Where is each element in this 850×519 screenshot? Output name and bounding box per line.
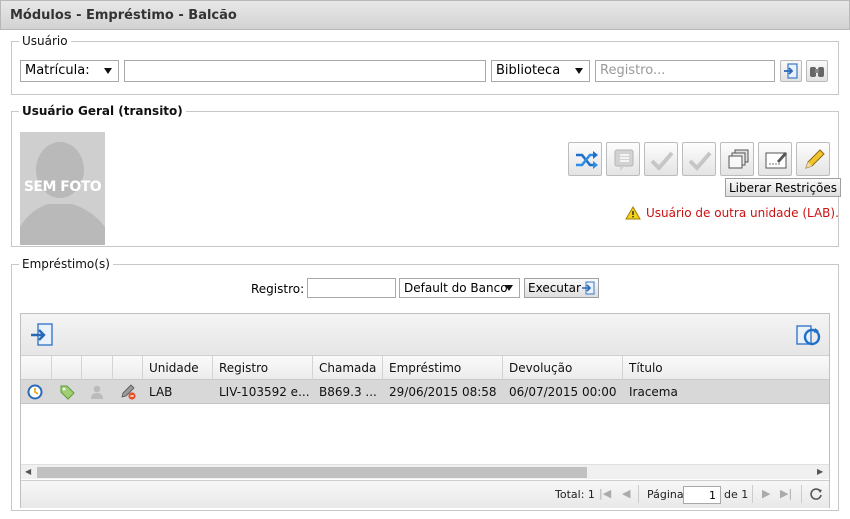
pager-divider xyxy=(638,485,639,503)
person-icon[interactable] xyxy=(89,380,111,404)
pager-divider xyxy=(801,485,802,503)
liberar-restricoes-button[interactable]: Liberar Restrições xyxy=(725,178,842,197)
photo-label: SEM FOTO xyxy=(23,179,102,195)
cell-emprestimo: 29/06/2015 08:58 xyxy=(389,385,497,399)
check-button-2[interactable] xyxy=(682,142,716,176)
chevron-down-icon xyxy=(575,68,583,74)
id-value-input[interactable] xyxy=(124,60,486,82)
previous-page-icon[interactable]: ◀ xyxy=(622,487,630,500)
message-icon xyxy=(614,149,634,171)
pencil-cancel-icon[interactable] xyxy=(120,380,142,404)
first-page-icon[interactable]: |◀ xyxy=(599,487,611,500)
cell-devolucao: 06/07/2015 00:00 xyxy=(509,385,617,399)
column-header-icon-1[interactable] xyxy=(21,356,52,380)
pager-divider xyxy=(752,485,753,503)
binoculars-icon xyxy=(810,67,824,77)
column-header-icon-3[interactable] xyxy=(82,356,113,380)
cell-registro: LIV-103592 e... xyxy=(219,385,310,399)
windows-button[interactable] xyxy=(720,142,754,176)
column-header-titulo[interactable]: Título xyxy=(623,356,829,380)
scope-select-value: Biblioteca xyxy=(496,63,561,78)
check-disabled-icon xyxy=(688,151,712,171)
id-type-select-value: Matrícula: xyxy=(25,63,90,78)
pencil-button[interactable] xyxy=(796,142,830,176)
pager: Total: 1 |◀ ◀ Página 1 de 1 ▶ ▶| xyxy=(21,480,829,508)
shuffle-icon xyxy=(576,151,598,169)
enter-icon xyxy=(31,323,53,346)
column-header-unidade[interactable]: Unidade xyxy=(143,356,213,380)
column-header-registro[interactable]: Registro xyxy=(213,356,313,380)
id-type-select[interactable]: Matrícula: xyxy=(20,60,119,82)
executar-button[interactable]: Executar xyxy=(524,278,599,298)
form-edit-button[interactable] xyxy=(758,142,792,176)
enter-icon xyxy=(784,63,798,79)
bank-select[interactable]: Default do Banco xyxy=(399,278,520,298)
grid-enter-button[interactable] xyxy=(29,322,55,348)
registro-input[interactable]: Registro... xyxy=(595,60,775,82)
column-header-icon-2[interactable] xyxy=(52,356,82,380)
executar-label: Executar xyxy=(528,281,581,295)
bank-select-value: Default do Banco xyxy=(404,281,508,295)
tag-icon[interactable] xyxy=(59,380,81,404)
windows-icon xyxy=(728,149,749,169)
scroll-left-icon[interactable]: ◀ xyxy=(25,467,31,476)
clock-icon[interactable] xyxy=(27,380,49,404)
horizontal-scrollbar[interactable]: ◀ ▶ xyxy=(21,464,829,479)
column-header-devolucao[interactable]: Devolução xyxy=(503,356,623,380)
column-header-emprestimo[interactable]: Empréstimo xyxy=(383,356,503,380)
cell-titulo: Iracema xyxy=(629,385,678,399)
of-pages-label: de 1 xyxy=(724,488,749,501)
enter-icon xyxy=(582,281,595,295)
grid-toolbar xyxy=(21,314,829,356)
form-edit-icon xyxy=(765,152,787,169)
check-button-1[interactable] xyxy=(644,142,678,176)
pencil-icon xyxy=(805,149,825,169)
page-input[interactable]: 1 xyxy=(683,486,721,504)
page-label: Página xyxy=(647,488,684,501)
scope-select[interactable]: Biblioteca xyxy=(491,60,590,82)
check-disabled-icon xyxy=(650,151,674,171)
message-button[interactable] xyxy=(606,142,640,176)
binoculars-button[interactable] xyxy=(806,60,828,82)
scrollbar-thumb[interactable] xyxy=(37,467,587,478)
window-title: Módulos - Empréstimo - Balcão xyxy=(0,0,850,30)
grid-refresh-button[interactable] xyxy=(795,322,821,348)
chevron-down-icon xyxy=(505,285,513,291)
column-header-chamada[interactable]: Chamada xyxy=(313,356,383,380)
next-page-icon[interactable]: ▶ xyxy=(762,487,770,500)
grid-header: Unidade Registro Chamada Empréstimo Devo… xyxy=(21,356,829,380)
cell-unidade: LAB xyxy=(149,385,173,399)
warning-text: Usuário de outra unidade (LAB). xyxy=(646,206,839,220)
last-page-icon[interactable]: ▶| xyxy=(780,487,792,500)
scroll-right-icon[interactable]: ▶ xyxy=(817,467,823,476)
emprestimos-grid: Unidade Registro Chamada Empréstimo Devo… xyxy=(20,313,830,508)
cell-chamada: B869.3 ... xyxy=(319,385,377,399)
user-photo-placeholder: SEM FOTO xyxy=(20,132,105,245)
usuario-geral-legend: Usuário Geral (transito) xyxy=(22,104,183,118)
table-row[interactable]: LAB LIV-103592 e... B869.3 ... 29/06/201… xyxy=(21,380,829,404)
emprestimos-legend: Empréstimo(s) xyxy=(22,257,110,271)
chevron-down-icon xyxy=(104,68,112,74)
refresh-icon[interactable] xyxy=(809,487,823,501)
total-label: Total: 1 xyxy=(555,488,595,501)
shuffle-button[interactable] xyxy=(568,142,602,176)
enter-button[interactable] xyxy=(780,60,802,82)
emprestimo-registro-input[interactable] xyxy=(307,278,396,298)
emprestimo-registro-label: Registro: xyxy=(251,282,305,296)
refresh-document-icon xyxy=(796,325,821,346)
column-header-icon-4[interactable] xyxy=(113,356,143,380)
warning-icon xyxy=(625,206,641,220)
usuario-legend: Usuário xyxy=(22,34,68,48)
